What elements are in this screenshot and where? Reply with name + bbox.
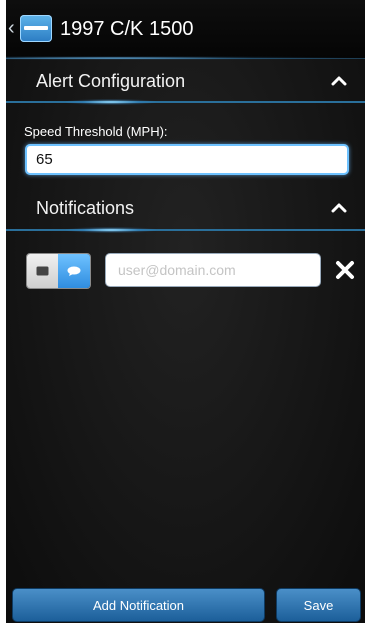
email-type-button[interactable] <box>27 254 58 288</box>
section-divider <box>6 227 365 233</box>
caret-up-icon[interactable] <box>331 73 347 89</box>
close-icon[interactable] <box>334 259 356 281</box>
section-divider <box>6 99 365 105</box>
email-field[interactable] <box>105 253 321 287</box>
notifications-title: Notifications <box>36 198 135 218</box>
screen: ‹ 1997 C/K 1500 Alert Configuration Spee… <box>6 0 365 623</box>
sms-type-button[interactable] <box>58 254 90 288</box>
notification-type-toggle[interactable] <box>26 253 91 289</box>
app-logo-icon[interactable] <box>20 15 52 42</box>
caret-up-icon[interactable] <box>331 200 347 216</box>
speed-threshold-label: Speed Threshold (MPH): <box>24 124 168 139</box>
save-button[interactable]: Save <box>276 588 361 622</box>
email-icon <box>36 266 49 276</box>
add-notification-button[interactable]: Add Notification <box>12 588 265 622</box>
sms-icon <box>67 266 81 276</box>
speed-threshold-input[interactable] <box>25 144 349 175</box>
back-chevron-icon[interactable]: ‹ <box>8 18 15 38</box>
alert-configuration-title: Alert Configuration <box>36 71 186 91</box>
app-header: ‹ 1997 C/K 1500 <box>6 0 365 60</box>
vehicle-title: 1997 C/K 1500 <box>60 18 194 40</box>
notifications-header[interactable]: Notifications <box>6 187 365 231</box>
alert-configuration-header[interactable]: Alert Configuration <box>6 60 365 104</box>
